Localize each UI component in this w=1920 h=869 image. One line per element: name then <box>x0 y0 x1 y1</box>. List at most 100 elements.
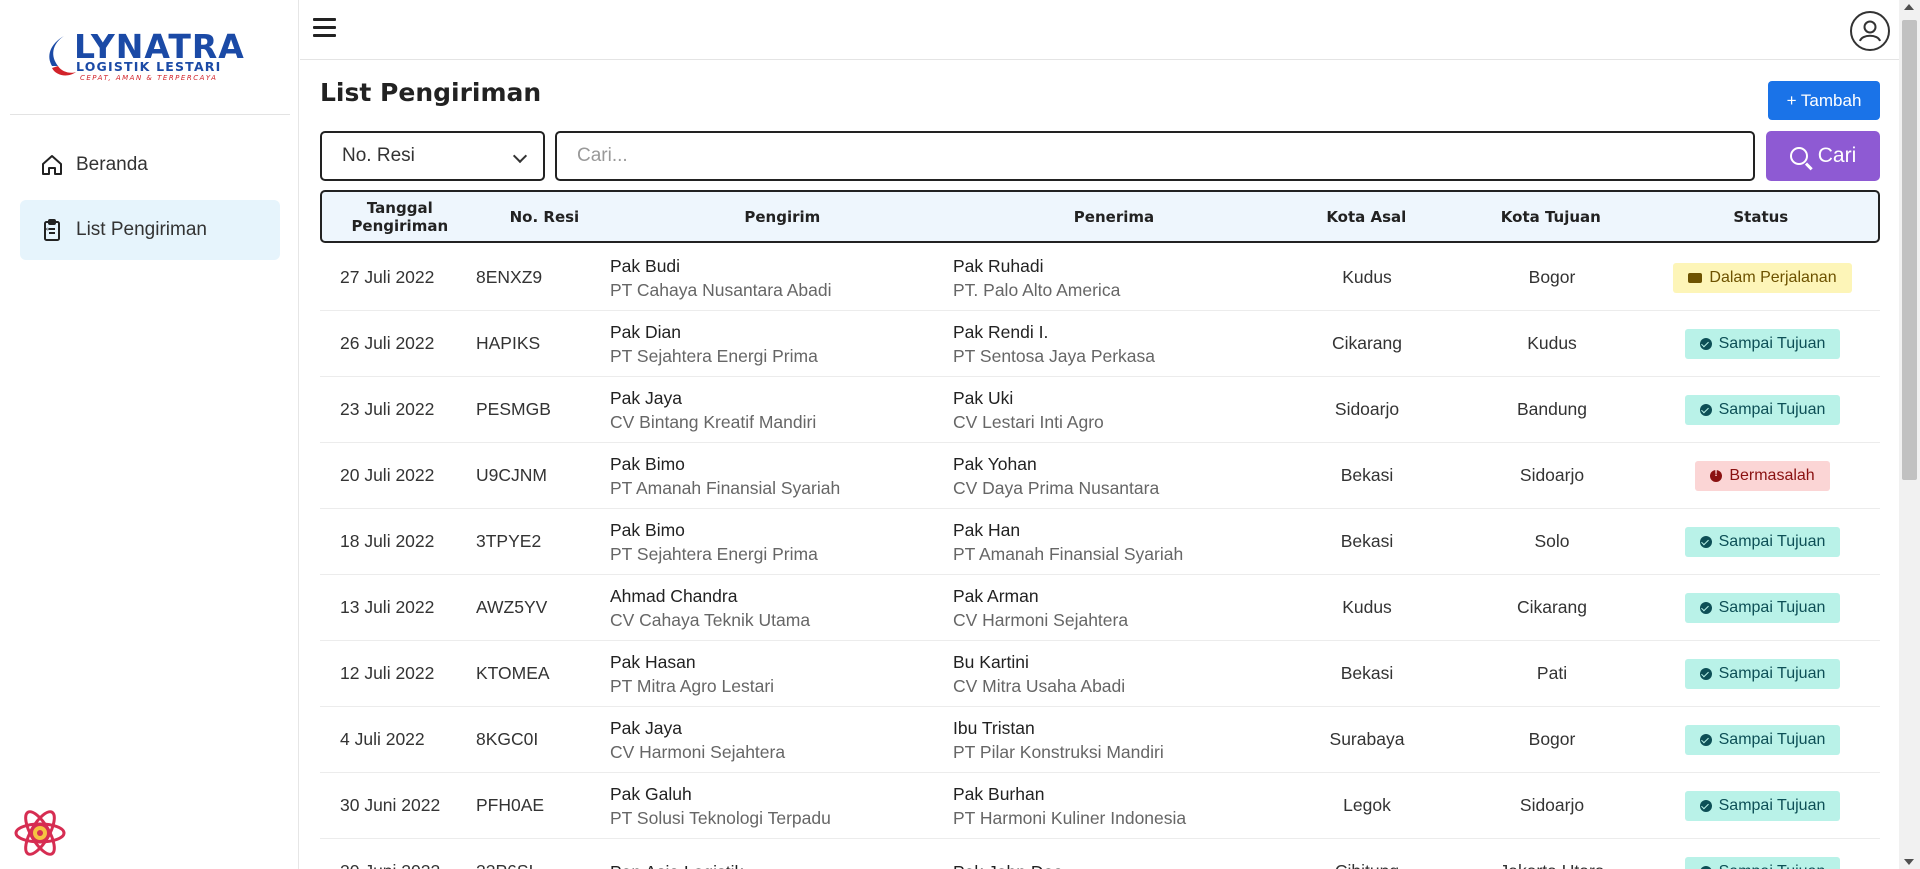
status-badge: Sampai Tujuan <box>1684 592 1841 623</box>
header-penerima[interactable]: Penerima <box>953 208 1274 226</box>
cell-date: 13 Juli 2022 <box>340 597 435 617</box>
page-scrollbar[interactable] <box>1899 0 1920 869</box>
user-icon[interactable] <box>1850 11 1890 51</box>
logo-mark-icon <box>49 36 76 76</box>
receiver-company: PT. Palo Alto America <box>953 279 1121 300</box>
sender-name: Pak Galuh <box>610 783 692 804</box>
cell-kota-asal: Sidoarjo <box>1334 399 1400 419</box>
search-filter-value: No. Resi <box>342 145 415 166</box>
cell-kota-asal: Legok <box>1343 795 1391 815</box>
header-kota-asal[interactable]: Kota Asal <box>1275 208 1459 226</box>
cell-status: Sampai Tujuan <box>1645 394 1880 425</box>
table-row[interactable]: 20 Juni 202222P6SIPan Asia LogistikPak J… <box>320 839 1880 869</box>
cell-date: 26 Juli 2022 <box>340 333 435 353</box>
scroll-up-icon[interactable] <box>1904 4 1914 10</box>
add-shipment-button[interactable]: + Tambah <box>1768 81 1880 120</box>
receiver-name: Pak John Doe <box>953 860 1275 869</box>
cell-pengirim: Pak Dian PT Sejahtera Energi Prima <box>610 320 953 368</box>
header-kota-tujuan[interactable]: Kota Tujuan <box>1458 208 1644 226</box>
table-row[interactable]: 18 Juli 2022 3TPYE2 Pak Bimo PT Sejahtera E… <box>320 509 1880 575</box>
cell-kota-asal: Bekasi <box>1340 531 1394 551</box>
scroll-down-icon[interactable] <box>1904 859 1914 865</box>
status-badge: Sampai Tujuan <box>1684 790 1841 821</box>
status-badge: Sampai Tujuan <box>1684 328 1841 359</box>
cell-penerima: Pak Uki CV Lestari Inti Agro <box>953 386 1275 434</box>
receiver-name: Pak Burhan <box>953 783 1045 804</box>
cell-kota-tujuan: Kudus <box>1527 333 1577 353</box>
cell-kota-tujuan: Sidoarjo <box>1519 795 1585 815</box>
status-label: Sampai Tujuan <box>1719 863 1826 869</box>
cell-kota-asal: Kudus <box>1342 267 1392 287</box>
cell-date: 20 Juli 2022 <box>340 465 435 485</box>
cell-status: Sampai Tujuan <box>1645 328 1880 359</box>
receiver-name: Pak Uki <box>953 387 1014 408</box>
search-button[interactable]: Cari <box>1766 131 1880 181</box>
cell-kota-tujuan: Cikarang <box>1516 597 1588 617</box>
react-devtools-icon[interactable] <box>14 808 66 858</box>
cell-kota-tujuan: Jakarta Utara <box>1459 861 1645 869</box>
receiver-name: Bu Kartini <box>953 651 1029 672</box>
sidebar-item-beranda[interactable]: Beranda <box>20 135 280 195</box>
sender-company: PT Sejahtera Energi Prima <box>610 543 818 564</box>
main-content: List Pengiriman + Tambah No. Resi Cari T… <box>300 60 1899 869</box>
header-status[interactable]: Status <box>1644 208 1878 226</box>
receiver-company: CV Daya Prima Nusantara <box>953 477 1160 498</box>
table-row[interactable]: 12 Juli 2022 KTOMEA Pak Hasan PT Mitra Agro… <box>320 641 1880 707</box>
receiver-company: CV Mitra Usaha Abadi <box>953 675 1126 696</box>
scroll-thumb[interactable] <box>1902 20 1917 480</box>
cell-date: 20 Juni 2022 <box>320 861 476 869</box>
status-label: Sampai Tujuan <box>1718 334 1826 352</box>
search-icon <box>1789 147 1808 165</box>
search-button-label: Cari <box>1817 144 1857 167</box>
brand-logo[interactable]: LYNATRA LOGISTIK LESTARI CEPAT, AMAN & T… <box>46 30 256 84</box>
cell-pengirim: Pan Asia Logistik <box>610 860 953 869</box>
header-tanggal[interactable]: Tanggal Pengiriman <box>322 199 478 235</box>
receiver-company: CV Harmoni Sejahtera <box>953 609 1129 630</box>
check-circle-icon <box>1699 535 1712 548</box>
status-badge: Sampai Tujuan <box>1684 526 1841 557</box>
brand-tagline: CEPAT, AMAN & TERPERCAYA <box>80 74 218 82</box>
cell-date: 27 Juli 2022 <box>340 267 435 287</box>
cell-penerima: Pak Han PT Amanah Finansial Syariah <box>953 518 1275 566</box>
sender-name: Pak Dian <box>610 321 682 342</box>
header-pengirim[interactable]: Pengirim <box>611 208 953 226</box>
table-row[interactable]: 27 Juli 2022 8ENXZ9 Pak Budi PT Cahaya Nusa… <box>320 245 1880 311</box>
cell-resi: KTOMEA <box>476 663 550 683</box>
sender-name: Pan Asia Logistik <box>610 860 953 869</box>
chevron-down-icon <box>512 148 528 164</box>
cell-status: Sampai Tujuan <box>1645 856 1880 869</box>
sender-company: PT Mitra Agro Lestari <box>610 675 775 696</box>
table-row[interactable]: 26 Juli 2022 HAPIKS Pak Dian PT Sejahtera E… <box>320 311 1880 377</box>
table-row[interactable]: 13 Juli 2022 AWZ5YV Ahmad Chandra CV Cahaya… <box>320 575 1880 641</box>
sidebar-item-label: List Pengiriman <box>76 219 207 240</box>
app-root: LYNATRA LOGISTIK LESTARI CEPAT, AMAN & T… <box>0 0 1920 869</box>
table-row[interactable]: 20 Juli 2022 U9CJNM Pak Bimo PT Amanah Fina… <box>320 443 1880 509</box>
table-row[interactable]: 30 Juni 2022 PFH0AE Pak Galuh PT Solusi Tek… <box>320 773 1880 839</box>
search-input[interactable] <box>555 131 1755 181</box>
check-circle-icon <box>1699 865 1712 869</box>
table-header: Tanggal Pengiriman No. Resi Pengirim Pen… <box>320 190 1880 243</box>
cell-penerima: Pak Rendi I. PT Sentosa Jaya Perkasa <box>953 320 1275 368</box>
table-row[interactable]: 23 Juli 2022 PESMGB Pak Jaya CV Bintang Kre… <box>320 377 1880 443</box>
receiver-company: PT Amanah Finansial Syariah <box>953 543 1184 564</box>
receiver-company: PT Harmoni Kuliner Indonesia <box>953 807 1187 828</box>
sidebar-item-list-pengiriman[interactable]: List Pengiriman <box>20 200 280 260</box>
receiver-name: Pak Han <box>953 519 1021 540</box>
header-resi[interactable]: No. Resi <box>478 208 612 226</box>
search-filter-select[interactable]: No. Resi <box>320 131 545 181</box>
cell-pengirim: Pak Galuh PT Solusi Teknologi Terpadu <box>610 782 953 830</box>
cell-status: Sampai Tujuan <box>1645 658 1880 689</box>
cell-kota-asal: Cikarang <box>1331 333 1403 353</box>
sender-company: PT Amanah Finansial Syariah <box>610 477 841 498</box>
cell-status: Sampai Tujuan <box>1645 724 1880 755</box>
sender-company: CV Harmoni Sejahtera <box>610 741 786 762</box>
cell-kota-tujuan: Bogor <box>1528 267 1576 287</box>
check-circle-icon <box>1699 601 1712 614</box>
cell-pengirim: Pak Bimo PT Amanah Finansial Syariah <box>610 452 953 500</box>
cell-penerima: Ibu Tristan PT Pilar Konstruksi Mandiri <box>953 716 1275 764</box>
hamburger-icon[interactable] <box>313 18 337 42</box>
table-row[interactable]: 4 Juli 2022 8KGC0I Pak Jaya CV Harmoni Seja… <box>320 707 1880 773</box>
cell-resi: 8KGC0I <box>476 729 539 749</box>
cell-resi: 22P6SI <box>476 861 610 869</box>
receiver-name: Pak Yohan <box>953 453 1037 474</box>
